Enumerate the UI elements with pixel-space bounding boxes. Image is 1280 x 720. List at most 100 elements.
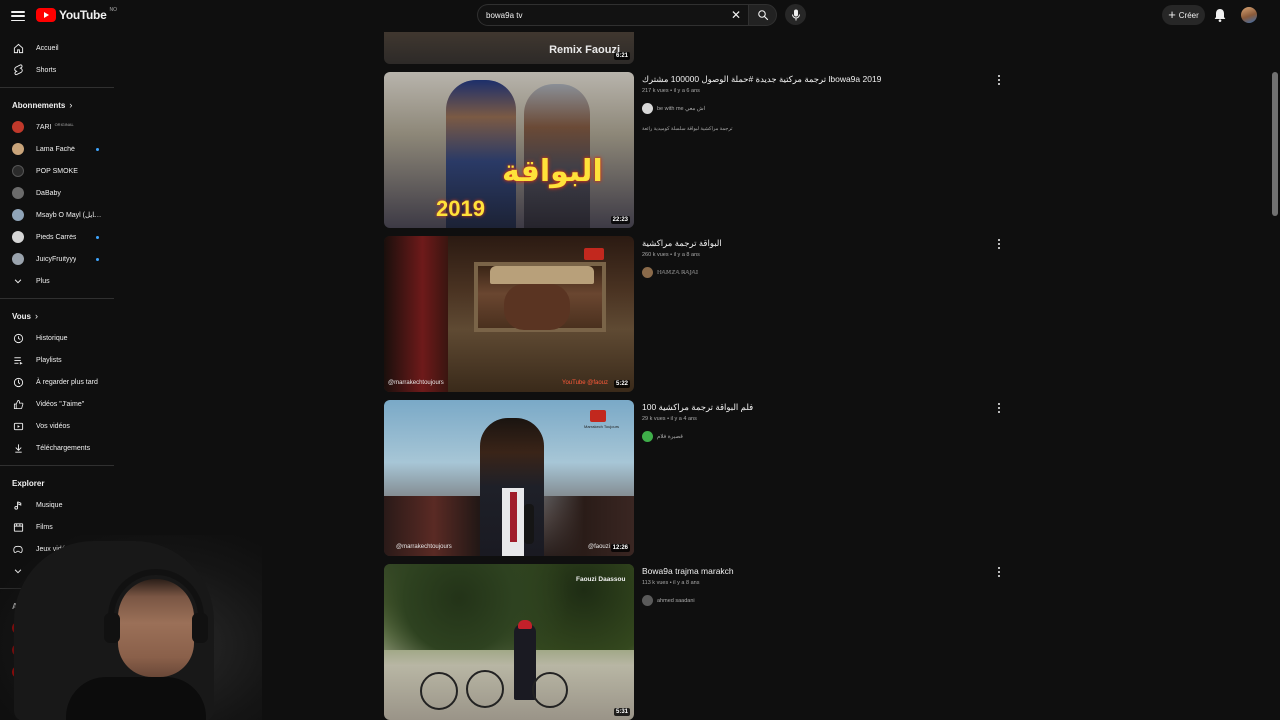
video-channel[interactable]: ℍ𝔸𝕄ℤ𝔸 ℝ𝔸𝕁𝔸𝕀 [642,267,698,278]
video-menu-button[interactable] [996,566,1002,578]
sidebar-item-gaming[interactable]: Jeux vidéo [0,538,118,560]
sidebar-item-shorts[interactable]: Shorts [0,59,118,81]
sidebar-subscription[interactable]: POP SMOKE [0,160,118,182]
sidebar-subscription[interactable]: Lama Faché [0,138,118,160]
channel-name: be with me اش معي [657,105,706,112]
channel-name: DaBaby [36,189,61,197]
video-menu-button[interactable] [996,402,1002,414]
channel-name: ℍ𝔸𝕄ℤ𝔸 ℝ𝔸𝕁𝔸𝕀 [657,269,698,276]
sidebar-item-watch-later[interactable]: À regarder plus tard [0,371,118,393]
video-title[interactable]: Bowa9a trajma marakch [642,566,972,577]
sidebar-item-youtube-kids[interactable]: YouTube Kids [0,661,118,683]
sidebar-subscription[interactable]: DaBaby [0,182,118,204]
thumbnail-logo-text: Marrakech Toujours [584,424,620,429]
clear-search-button[interactable]: ✕ [730,9,742,21]
search-results: Remix Faouzi 6:21 البواقة 2019 22:23 ترج… [384,0,1004,720]
voice-search-button[interactable] [785,4,806,25]
channel-name: 7ARI [36,123,52,131]
sidebar-subscription[interactable]: JuicyFruityyy [0,248,118,270]
thumbnail-watermark: @marrakechtoujours [388,380,444,386]
channel-avatar [12,187,24,199]
you-title: Vous [12,311,31,321]
page-scrollbar[interactable] [1272,72,1278,216]
search-input[interactable] [486,10,716,20]
sidebar-item-youtube-premium[interactable]: YouTube Premium [0,617,118,639]
thumbnail-art [510,492,517,542]
guide-menu-button[interactable] [10,8,26,24]
subscriptions-header[interactable]: Abonnements › [0,94,118,116]
sidebar-item-your-videos[interactable]: Vos vidéos [0,415,118,437]
sidebar-subscription[interactable]: Pieds Carrés [0,226,118,248]
thumbnail-overlay-text: البواقة [502,154,603,189]
video-thumbnail[interactable]: @marrakechtoujours YouTube @faouz 5:22 [384,236,634,392]
sidebar-item-label: Playlists [36,356,62,364]
channel-name: POP SMOKE [36,167,78,175]
explore-more-button[interactable]: Plus [0,560,118,582]
sidebar-item-youtube-music[interactable]: YouTube Music [0,639,118,661]
your-videos-icon [12,420,24,432]
bell-icon [1214,9,1226,22]
chevron-down-icon [12,565,24,577]
notifications-button[interactable] [1212,7,1228,23]
logo-region: NO [109,7,117,13]
video-channel[interactable]: ahmed saadani [642,595,695,606]
subscriptions-more-button[interactable]: Plus [0,270,118,292]
video-thumbnail[interactable]: Marrakech Toujours @marrakechtoujours @f… [384,400,634,556]
download-icon [12,442,24,454]
sidebar-item-label: Vos vidéos [36,422,70,430]
create-button[interactable]: + Créer [1162,5,1205,25]
sidebar-item-label: Accueil [36,44,59,52]
youtube-kids-icon [12,666,24,678]
channel-avatar [12,121,24,133]
video-title[interactable]: البواقة ترجمة مراكشية [642,238,972,249]
youtube-logo[interactable]: YouTube NO [36,7,117,22]
duration-badge: 5:31 [613,708,630,716]
thumbnail-overlay-text: Remix Faouzi [549,44,620,56]
sidebar-subscription[interactable]: 7ARI ORIGINAL [0,116,118,138]
youtube-music-icon [12,644,24,656]
sidebar-item-label: YouTube Kids [36,668,80,676]
headset-icon [108,569,204,639]
sidebar-item-playlists[interactable]: Playlists [0,349,118,371]
home-icon [12,42,24,54]
create-label: Créer [1178,10,1199,20]
music-icon [12,499,24,511]
divider [0,465,114,466]
chevron-down-icon [12,275,24,287]
sidebar-item-music[interactable]: Musique [0,494,118,516]
account-avatar[interactable] [1241,7,1257,23]
sidebar-item-films[interactable]: Films [0,516,118,538]
sidebar-item-liked[interactable]: Vidéos "J'aime" [0,393,118,415]
sidebar-item-downloads[interactable]: Téléchargements [0,437,118,459]
video-title[interactable]: فلم البواقة ترجمة مراكشية 100 [642,402,972,413]
sidebar-item-history[interactable]: Historique [0,327,118,349]
video-thumbnail[interactable]: Faouzi Daassou 5:31 [384,564,634,720]
thumbnail-art [518,620,532,629]
channel-name: Msayb O Mayl (مايل ... [36,212,102,219]
video-menu-button[interactable] [996,238,1002,250]
channel-name: JuicyFruityyy [36,255,77,263]
channel-name: قصيرة فلام [657,433,683,440]
video-menu-button[interactable] [996,74,1002,86]
sidebar-item-label: Musique [36,501,63,509]
duration-badge: 6:21 [613,52,630,60]
new-content-dot [96,236,99,239]
search-box: ✕ [477,4,748,26]
duration-badge: 5:22 [613,380,630,388]
films-icon [12,521,24,533]
sidebar-item-home[interactable]: Accueil [0,37,118,59]
video-channel[interactable]: be with me اش معي [642,103,705,114]
you-header[interactable]: Vous › [0,305,118,327]
video-thumbnail[interactable]: البواقة 2019 22:23 [384,72,634,228]
search-button[interactable] [748,4,777,26]
youtube-play-icon [36,8,56,22]
playlists-icon [12,354,24,366]
video-title[interactable]: ترجمة مركتية جديدة #حملة الوصول 100000 م… [642,74,972,85]
thumbnail-art [532,672,568,708]
sidebar-subscription[interactable]: Msayb O Mayl (مايل ... [0,204,118,226]
plus-icon: + [1168,7,1176,22]
top-bar: YouTube NO ✕ + Créer [0,0,1280,32]
logo-text: YouTube [59,8,107,22]
channel-avatar [642,103,653,114]
video-channel[interactable]: قصيرة فلام [642,431,683,442]
